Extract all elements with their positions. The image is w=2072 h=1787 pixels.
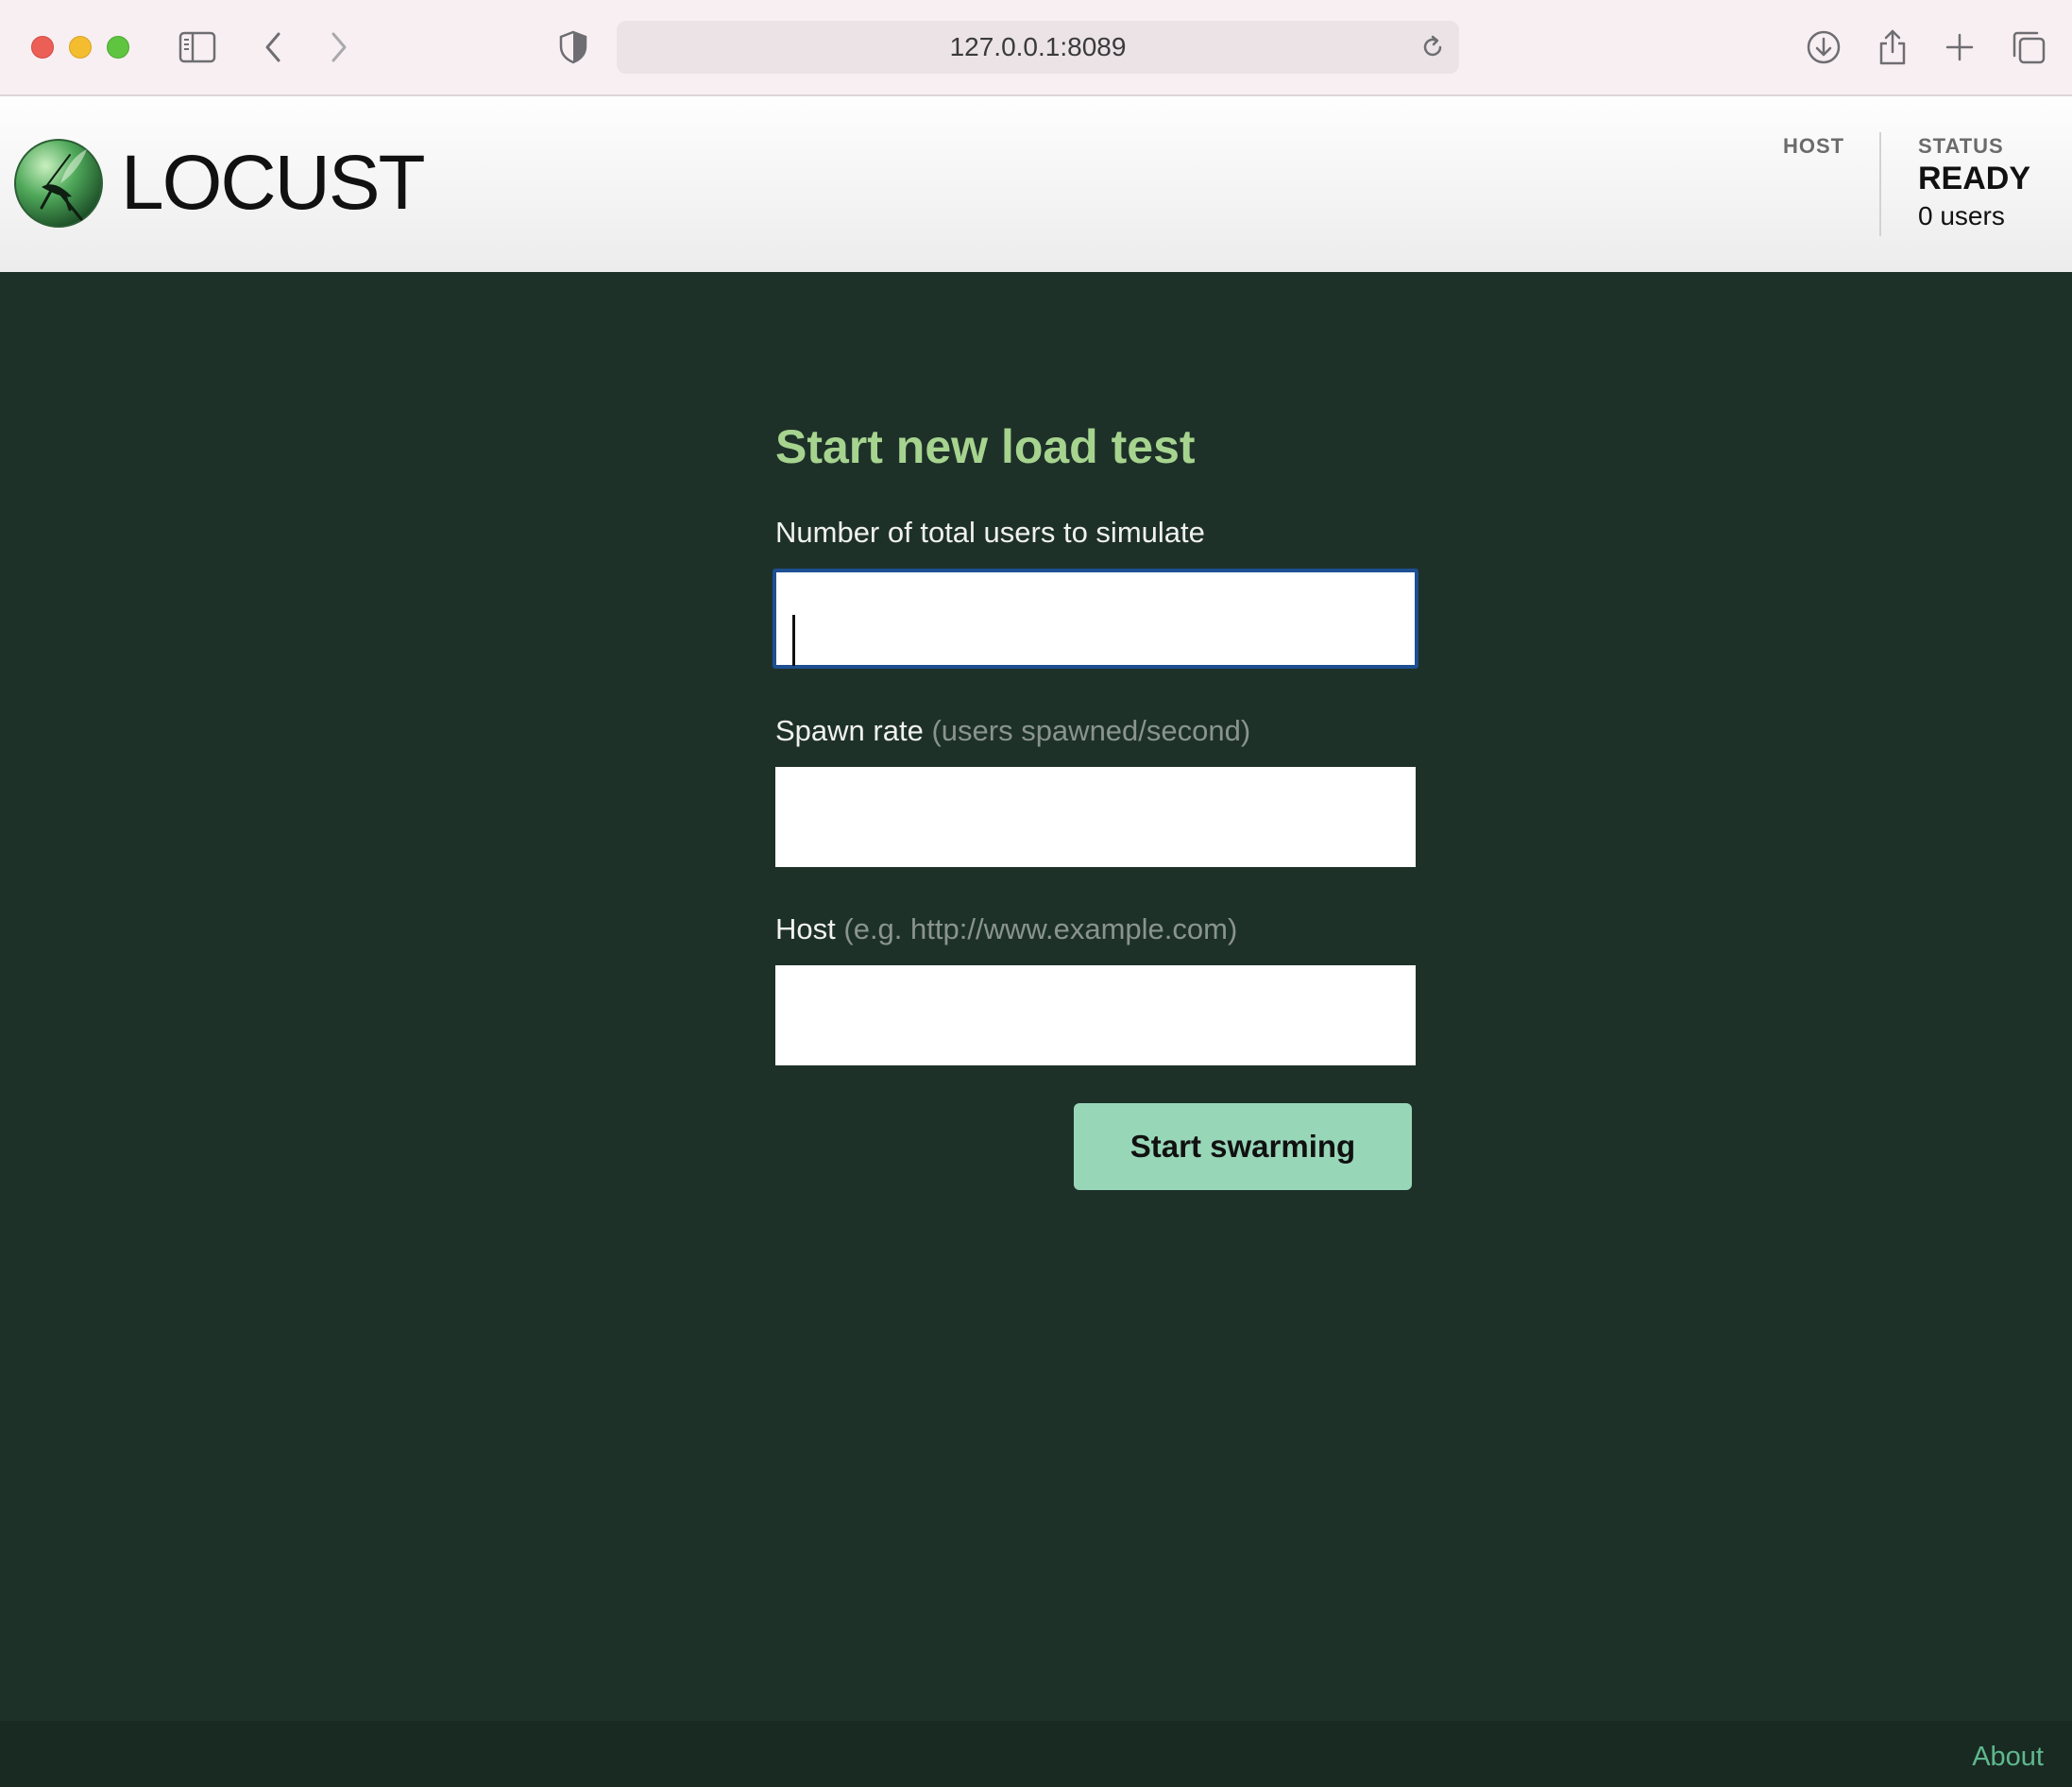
minimize-window-button[interactable] bbox=[69, 36, 92, 59]
user-count: 0 users bbox=[1918, 201, 2005, 230]
users-input[interactable] bbox=[773, 569, 1418, 669]
users-label-text: Number of total users to simulate bbox=[775, 516, 1205, 549]
footer: About bbox=[0, 1721, 2072, 1787]
back-icon[interactable] bbox=[250, 25, 296, 70]
tab-overview-icon[interactable] bbox=[2006, 25, 2051, 70]
host-hint-text: (e.g. http://www.example.com) bbox=[843, 912, 1238, 945]
locust-logo[interactable]: LOCUST bbox=[13, 138, 426, 229]
text-caret bbox=[792, 615, 795, 666]
spawn-hint-text: (users spawned/second) bbox=[931, 714, 1251, 747]
load-test-form: Start new load test Number of total user… bbox=[773, 420, 1418, 1190]
share-icon[interactable] bbox=[1870, 25, 1915, 70]
about-link[interactable]: About bbox=[1972, 1742, 2044, 1773]
app-header: LOCUST HOST STATUS READY 0 users bbox=[0, 96, 2072, 272]
sidebar-icon[interactable] bbox=[175, 25, 220, 70]
main-content: Start new load test Number of total user… bbox=[0, 272, 2072, 1721]
zoom-window-button[interactable] bbox=[107, 36, 129, 59]
new-tab-icon[interactable] bbox=[1937, 25, 1982, 70]
privacy-shield-icon[interactable] bbox=[551, 25, 596, 70]
host-input[interactable] bbox=[775, 965, 1416, 1065]
download-icon[interactable] bbox=[1801, 25, 1846, 70]
locust-logo-icon bbox=[14, 139, 103, 228]
logo-text: LOCUST bbox=[121, 140, 426, 226]
host-label-text: Host bbox=[775, 912, 836, 945]
status-label: STATUS bbox=[1918, 134, 2004, 158]
host-field-label: Host (e.g. http://www.example.com) bbox=[775, 914, 1418, 944]
browser-toolbar: 127.0.0.1:8089 bbox=[0, 0, 2072, 96]
spawn-label-text: Spawn rate bbox=[775, 714, 924, 747]
submit-row: Start swarming bbox=[775, 1103, 1418, 1190]
url-text: 127.0.0.1:8089 bbox=[949, 32, 1127, 61]
start-swarming-button[interactable]: Start swarming bbox=[1074, 1103, 1412, 1190]
forward-icon[interactable] bbox=[316, 25, 362, 70]
spawn-rate-input[interactable] bbox=[775, 767, 1416, 867]
status-value: READY bbox=[1918, 161, 2031, 196]
users-field-label: Number of total users to simulate bbox=[775, 518, 1418, 547]
host-label: HOST bbox=[1783, 134, 1845, 158]
address-bar[interactable]: 127.0.0.1:8089 bbox=[617, 21, 1459, 74]
spawn-rate-field-label: Spawn rate (users spawned/second) bbox=[775, 716, 1418, 745]
form-title: Start new load test bbox=[775, 420, 1196, 473]
reload-icon[interactable] bbox=[1414, 28, 1452, 66]
close-window-button[interactable] bbox=[31, 36, 54, 59]
status-block: STATUS READY 0 users bbox=[1918, 134, 2030, 231]
header-divider bbox=[1879, 132, 1881, 236]
